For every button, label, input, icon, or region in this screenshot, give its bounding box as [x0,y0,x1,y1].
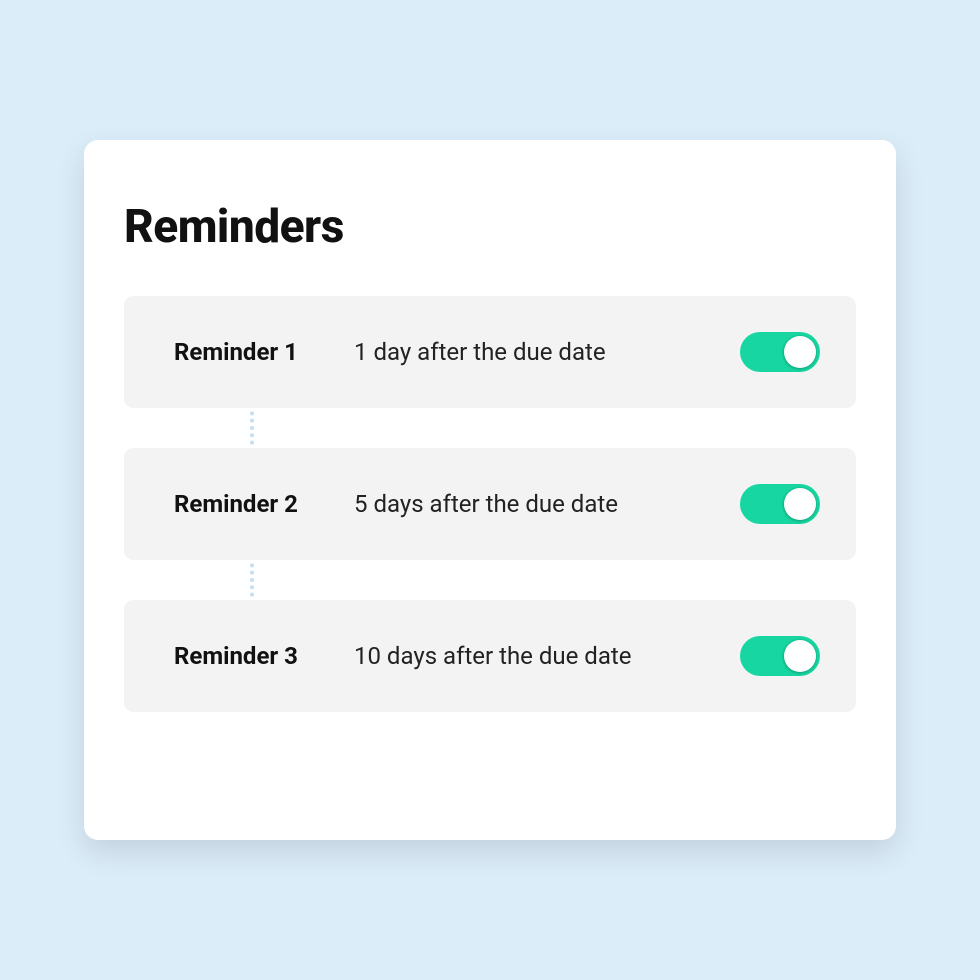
reminder-label: Reminder 1 [174,338,354,366]
toggle-knob-icon [784,640,816,672]
card-title: Reminders [124,200,856,254]
toggle-knob-icon [784,336,816,368]
dotted-connector-icon [250,556,254,604]
reminder-list: Reminder 1 1 day after the due date Remi… [124,296,856,712]
reminder-row: Reminder 1 1 day after the due date [124,296,856,408]
reminder-row: Reminder 3 10 days after the due date [124,600,856,712]
reminders-card: Reminders Reminder 1 1 day after the due… [84,140,896,840]
connector [124,408,856,448]
reminder-label: Reminder 2 [174,490,354,518]
reminder-label: Reminder 3 [174,642,354,670]
reminder-description: 1 day after the due date [354,338,740,366]
reminder-toggle[interactable] [740,484,820,524]
reminder-description: 5 days after the due date [354,490,740,518]
reminder-toggle[interactable] [740,636,820,676]
dotted-connector-icon [250,404,254,452]
toggle-knob-icon [784,488,816,520]
reminder-row: Reminder 2 5 days after the due date [124,448,856,560]
connector [124,560,856,600]
reminder-toggle[interactable] [740,332,820,372]
reminder-description: 10 days after the due date [354,642,740,670]
